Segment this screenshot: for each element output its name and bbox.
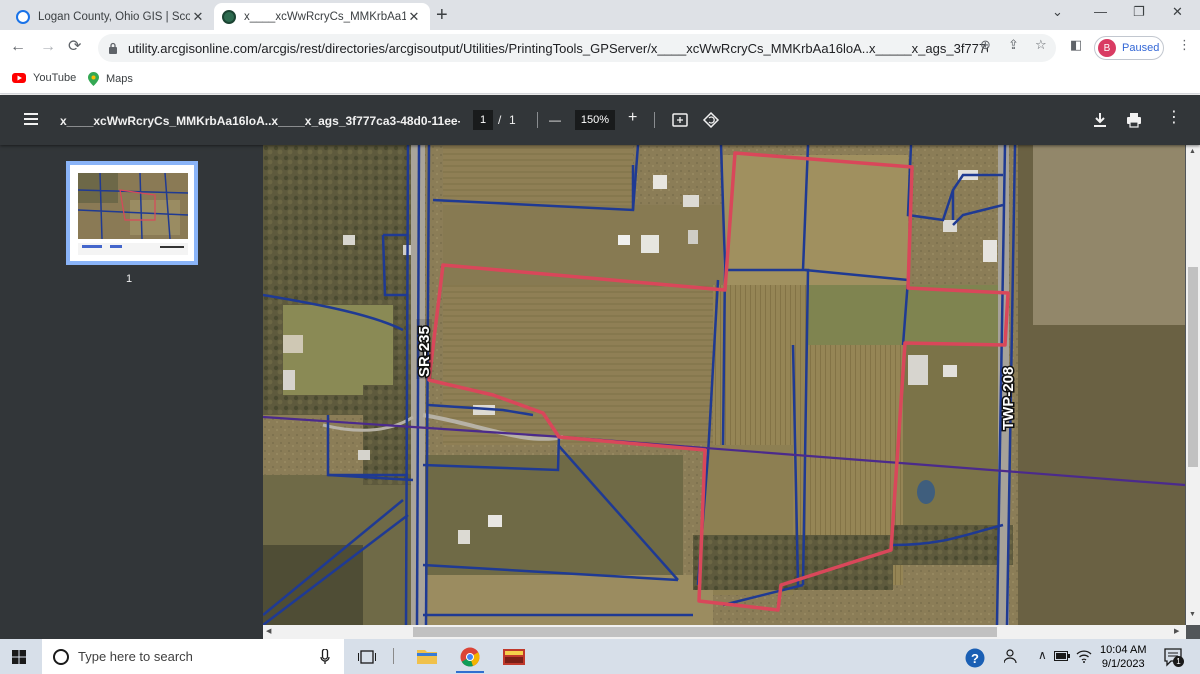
window-close-icon[interactable]: ✕ (1172, 4, 1183, 20)
microphone-icon[interactable] (320, 649, 330, 665)
reload-icon[interactable]: ⟳ (68, 38, 81, 56)
clock-date: 9/1/2023 (1101, 658, 1145, 670)
tab-title: Logan County, Ohio GIS | Scott (38, 10, 190, 23)
forward-icon[interactable]: → (40, 38, 56, 56)
windows-start-icon[interactable] (12, 650, 26, 664)
search-placeholder: Type here to search (78, 649, 193, 664)
page-number-input[interactable]: 1 (473, 110, 493, 130)
menu-dots-icon[interactable]: ⋮ (1178, 37, 1191, 53)
aerial-map: SR-235 TWP-208 (263, 145, 1185, 625)
thumbnail-page (70, 165, 194, 261)
side-panel-icon[interactable]: ◧ (1070, 37, 1082, 53)
rotate-icon[interactable] (702, 111, 720, 129)
chrome-icon[interactable] (460, 647, 480, 667)
vertical-scroll-thumb[interactable] (1188, 267, 1198, 467)
globe-icon (16, 9, 30, 24)
divider (654, 112, 655, 128)
pdf-viewer[interactable]: SR-235 TWP-208 (263, 145, 1200, 639)
horizontal-scroll-thumb[interactable] (413, 627, 997, 637)
page-thumbnail[interactable] (66, 161, 198, 265)
notification-center-icon[interactable]: 1 (1163, 647, 1184, 667)
share-icon[interactable]: ⇪ (1008, 37, 1019, 53)
tab-pdf-map[interactable]: x____xcWwRcryCs_MMKrbAa16lo ✕ (214, 3, 430, 30)
pdf-title: x____xcWwRcryCs_MMKrbAa16loA..x____x_ags… (60, 114, 460, 128)
pond (917, 480, 935, 504)
pdf-toolbar: x____xcWwRcryCs_MMKrbAa16loA..x____x_ags… (0, 95, 1200, 145)
scroll-right-icon[interactable]: ▶ (1174, 627, 1179, 635)
tab-strip: Logan County, Ohio GIS | Scott ✕ x____xc… (0, 0, 1200, 30)
news-app-icon[interactable] (502, 645, 526, 669)
bookmark-label: YouTube (33, 72, 77, 84)
wifi-icon[interactable] (1076, 649, 1092, 663)
lock-icon (109, 42, 117, 54)
bookmarks-bar: YouTube Maps (0, 66, 1200, 94)
show-hidden-icons-icon[interactable]: ∧ (1038, 648, 1047, 662)
bookmark-maps[interactable]: Maps (88, 72, 133, 86)
file-explorer-icon[interactable] (417, 648, 437, 664)
divider (537, 112, 538, 128)
more-actions-icon[interactable]: ⋮ (1166, 109, 1182, 127)
new-tab-button[interactable]: + (436, 5, 448, 25)
tab-search-icon[interactable]: ⌄ (1052, 4, 1063, 20)
divider (393, 648, 394, 664)
help-icon[interactable]: ? (965, 648, 985, 668)
thumbnail-sidebar: 1 (0, 145, 263, 639)
search-icon (53, 648, 69, 665)
profile-status: Paused (1122, 42, 1160, 54)
address-bar[interactable]: utility.arcgisonline.com/arcgis/rest/dir… (98, 34, 1056, 62)
tab-logan-county-gis[interactable]: Logan County, Ohio GIS | Scott ✕ (8, 3, 214, 30)
zoom-out-button[interactable]: — (549, 111, 561, 129)
url-text: utility.arcgisonline.com/arcgis/rest/dir… (128, 40, 988, 56)
notification-count: 1 (1173, 656, 1184, 667)
profile-button[interactable]: B Paused (1094, 36, 1164, 60)
scroll-up-icon[interactable]: ▲ (1189, 148, 1196, 155)
parcel-map: SR-235 TWP-208 (263, 145, 1185, 625)
thumbnail-map-preview (70, 165, 194, 261)
people-icon[interactable] (1004, 649, 1020, 663)
download-icon[interactable] (1093, 112, 1107, 128)
youtube-icon (12, 73, 26, 83)
zoom-in-button[interactable]: + (628, 109, 637, 127)
hamburger-menu-icon[interactable] (24, 113, 38, 125)
svg-text:?: ? (971, 651, 979, 666)
bookmark-star-icon[interactable]: ☆ (1035, 37, 1047, 53)
maps-pin-icon (88, 72, 99, 86)
road-label-twp: TWP-208 (1000, 367, 1017, 430)
restore-icon[interactable]: ❐ (1133, 4, 1145, 20)
close-icon[interactable]: ✕ (190, 9, 206, 25)
vertical-scrollbar[interactable]: ▲ ▼ (1186, 145, 1200, 625)
fit-page-icon[interactable] (672, 112, 688, 128)
taskbar-search-box[interactable]: Type here to search (42, 639, 344, 674)
zoom-level-input[interactable]: 150% (575, 110, 615, 130)
close-icon[interactable]: ✕ (406, 9, 422, 25)
zoom-icon[interactable]: ⊕ (980, 37, 991, 53)
thumbnail-page-number: 1 (126, 273, 133, 285)
road-label-sr: SR-235 (416, 326, 433, 377)
page-separator: / (498, 113, 502, 127)
task-view-icon[interactable] (358, 650, 376, 664)
scroll-left-icon[interactable]: ◀ (266, 627, 271, 635)
active-app-indicator (456, 671, 484, 673)
avatar: B (1098, 39, 1116, 57)
scroll-down-icon[interactable]: ▼ (1189, 611, 1196, 618)
print-icon[interactable] (1126, 112, 1142, 128)
tab-title: x____xcWwRcryCs_MMKrbAa16lo (244, 10, 406, 23)
arcgis-icon (222, 9, 236, 24)
system-clock[interactable]: 10:04 AM 9/1/2023 (1100, 643, 1146, 671)
battery-icon[interactable] (1054, 651, 1070, 661)
minimize-icon[interactable]: — (1094, 4, 1107, 19)
back-icon[interactable]: ← (10, 38, 26, 56)
total-pages: 1 (509, 113, 516, 127)
horizontal-scrollbar[interactable]: ◀ ▶ (263, 625, 1186, 639)
windows-taskbar: Type here to search ? ∧ 10:04 AM 9/1/202… (0, 639, 1200, 674)
clock-time: 10:04 AM (1100, 644, 1147, 656)
bookmark-label: Maps (106, 73, 133, 85)
browser-toolbar: ← → ⟳ utility.arcgisonline.com/arcgis/re… (0, 30, 1200, 66)
bookmark-youtube[interactable]: YouTube (12, 72, 76, 84)
